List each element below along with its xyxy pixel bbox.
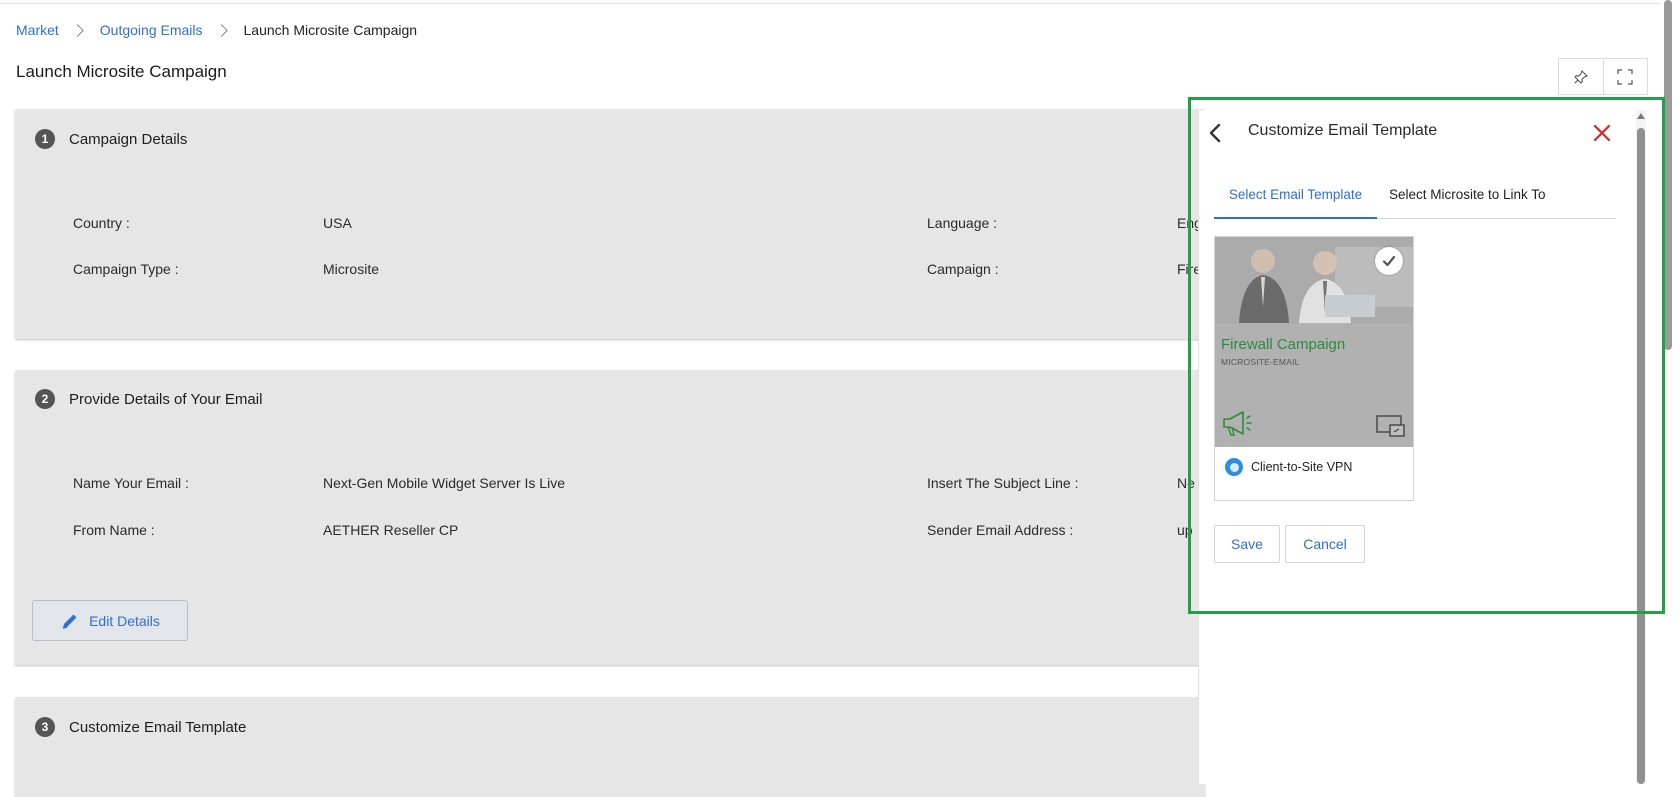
step-number: 3 [35, 717, 55, 737]
back-arrow-icon [1209, 123, 1221, 143]
template-option[interactable]: Client-to-Site VPN [1225, 458, 1352, 476]
language-label: Language : [927, 215, 998, 231]
breadcrumb-outgoing-emails[interactable]: Outgoing Emails [100, 22, 203, 38]
email-details-header: 2 Provide Details of Your Email [35, 389, 262, 409]
step-number: 1 [35, 129, 55, 149]
close-button[interactable] [1590, 121, 1614, 145]
campaign-label: Campaign : [927, 261, 999, 277]
sender-email-label: Sender Email Address : [927, 522, 1074, 538]
megaphone-icon [1223, 411, 1252, 436]
panel-title: Customize Email Template [1248, 122, 1438, 139]
edit-details-label: Edit Details [89, 612, 160, 629]
from-name-label: From Name : [73, 522, 155, 538]
country-label: Country : [73, 215, 130, 231]
subject-value: Ne [1177, 475, 1195, 491]
back-button[interactable] [1204, 121, 1228, 145]
scroll-up-arrow-icon[interactable] [1637, 113, 1645, 119]
campaign-type-label: Campaign Type : [73, 261, 179, 277]
customize-template-card: 3 Customize Email Template [15, 697, 1205, 797]
from-name-value: AETHER Reseller CP [323, 522, 459, 538]
campaign-details-header: 1 Campaign Details [35, 129, 187, 149]
page-tools [1558, 58, 1648, 95]
page-scroll-thumb[interactable] [1664, 0, 1672, 350]
email-name-value: Next-Gen Mobile Widget Server Is Live [323, 475, 565, 491]
breadcrumb-market[interactable]: Market [16, 22, 59, 38]
edit-details-button[interactable]: Edit Details [32, 600, 188, 641]
selected-check-icon [1375, 247, 1403, 275]
screen-icon [1376, 415, 1405, 437]
sender-email-value: up [1177, 522, 1193, 538]
page-title: Launch Microsite Campaign [16, 62, 227, 81]
tab-select-email-template[interactable]: Select Email Template [1214, 184, 1377, 219]
save-button[interactable]: Save [1214, 525, 1280, 563]
pin-button[interactable] [1559, 59, 1603, 94]
campaign-type-value: Microsite [323, 261, 380, 277]
section-title: Campaign Details [69, 130, 188, 148]
close-icon [1593, 124, 1611, 142]
email-name-label: Name Your Email : [73, 475, 189, 491]
template-thumbnail: Firewall Campaign MICROSITE-EMAIL [1215, 237, 1413, 447]
country-value: USA [323, 215, 352, 231]
expand-icon [1617, 68, 1633, 85]
template-option-label: Client-to-Site VPN [1251, 460, 1353, 474]
pencil-icon [62, 614, 77, 629]
chevron-right-icon [214, 23, 228, 37]
tab-select-microsite[interactable]: Select Microsite to Link To [1389, 184, 1546, 219]
top-divider [0, 3, 1660, 4]
template-title: Firewall Campaign [1221, 336, 1346, 353]
email-details-card: 2 Provide Details of Your Email Name You… [15, 370, 1205, 665]
panel-scroll-thumb[interactable] [1637, 128, 1645, 784]
panel-tabs: Select Email Template Select Microsite t… [1214, 184, 1616, 219]
customize-template-header: 3 Customize Email Template [35, 717, 246, 737]
template-subtitle: MICROSITE-EMAIL [1221, 357, 1300, 367]
breadcrumb: Market Outgoing Emails Launch Microsite … [16, 22, 417, 38]
chevron-right-icon [70, 23, 84, 37]
step-number: 2 [35, 389, 55, 409]
email-template-card[interactable]: Firewall Campaign MICROSITE-EMAIL Client… [1214, 236, 1414, 501]
section-title: Provide Details of Your Email [69, 390, 263, 408]
radio-selected-icon[interactable] [1225, 458, 1243, 476]
cancel-button[interactable]: Cancel [1285, 525, 1365, 563]
breadcrumb-current: Launch Microsite Campaign [243, 22, 418, 38]
subject-label: Insert The Subject Line : [927, 475, 1079, 491]
expand-button[interactable] [1602, 59, 1648, 94]
pin-icon [1573, 69, 1588, 84]
campaign-details-card: 1 Campaign Details Country : USA Languag… [15, 109, 1205, 339]
section-title: Customize Email Template [69, 718, 247, 736]
